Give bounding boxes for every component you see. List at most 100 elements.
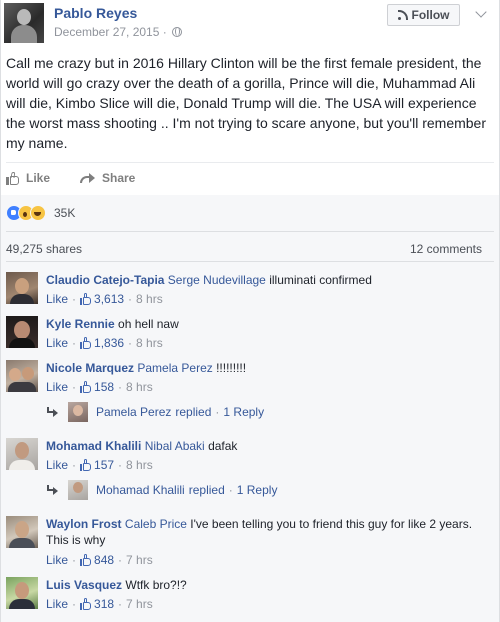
reply-arrow-icon xyxy=(46,407,58,417)
post-header: Pablo Reyes December 27, 2015 · Follow xyxy=(0,0,500,46)
commenter-name[interactable]: Nicole Marquez xyxy=(46,361,134,375)
comment-text: Luis Vasquez Wtfk bro?!? xyxy=(46,577,486,593)
reactions-count[interactable]: 35K xyxy=(54,206,75,220)
comment-content: !!!!!!!!! xyxy=(212,361,247,375)
reply-avatar xyxy=(68,402,88,422)
comment-like-link[interactable]: Like xyxy=(46,336,68,350)
commenter-name[interactable]: Kyle Rennie xyxy=(46,317,115,331)
meta-separator: · xyxy=(228,483,233,497)
divider xyxy=(6,261,494,262)
comment-like-count[interactable]: 848 xyxy=(94,553,114,567)
meta-separator: · xyxy=(118,458,123,472)
meta-separator: · xyxy=(118,380,123,394)
thumbs-up-icon xyxy=(6,171,20,185)
comment-time[interactable]: 8 hrs xyxy=(126,458,153,472)
meta-separator: · xyxy=(128,292,133,306)
comment-like-link[interactable]: Like xyxy=(46,458,68,472)
commenter-name[interactable]: Luis Vasquez xyxy=(46,578,122,592)
comment-like-link[interactable]: Like xyxy=(46,597,68,611)
comment-time[interactable]: 7 hrs xyxy=(126,553,153,567)
chevron-down-icon[interactable] xyxy=(475,6,487,18)
comment-content: illuminati confirmed xyxy=(265,273,372,287)
follow-button[interactable]: Follow xyxy=(387,4,460,26)
meta-separator: · xyxy=(72,292,77,306)
comment-like-link[interactable]: Like xyxy=(46,292,68,306)
comment-like-count[interactable]: 158 xyxy=(94,380,114,394)
tagged-name[interactable]: Nibal Abaki xyxy=(145,439,205,453)
comment-meta: Like · 1,836 · 8 hrs xyxy=(46,336,163,350)
like-button[interactable]: Like xyxy=(6,170,50,186)
reply-arrow-icon xyxy=(46,485,58,495)
divider xyxy=(6,162,494,163)
thumbs-up-icon xyxy=(80,337,92,349)
comment-like-count[interactable]: 1,836 xyxy=(94,336,124,350)
post-text: Call me crazy but in 2016 Hillary Clinto… xyxy=(6,55,487,151)
post-meta: December 27, 2015 · xyxy=(54,25,183,39)
tagged-name[interactable]: Serge Nudevillage xyxy=(168,273,266,287)
author-avatar[interactable] xyxy=(4,3,44,43)
thumbs-up-icon xyxy=(80,554,92,566)
meta-separator: · xyxy=(118,553,123,567)
commenter-avatar[interactable] xyxy=(6,438,38,470)
share-button[interactable]: Share xyxy=(80,170,135,186)
comment-like-count[interactable]: 157 xyxy=(94,458,114,472)
share-arrow-icon xyxy=(80,172,96,184)
post-date[interactable]: December 27, 2015 xyxy=(54,25,159,39)
commenter-avatar[interactable] xyxy=(6,516,38,548)
thumbs-up-icon xyxy=(80,293,92,305)
comment-meta: Like · 318 · 7 hrs xyxy=(46,597,153,611)
like-label: Like xyxy=(26,171,51,185)
reply-count[interactable]: 1 Reply xyxy=(223,405,264,419)
reply-summary[interactable]: Pamela Perez replied · 1 Reply xyxy=(46,402,264,422)
reactions-summary[interactable]: 35K xyxy=(6,205,75,221)
author-name[interactable]: Pablo Reyes xyxy=(54,5,137,21)
thumbs-up-icon xyxy=(80,381,92,393)
comment-content: oh hell naw xyxy=(114,317,179,331)
comment-time[interactable]: 8 hrs xyxy=(126,380,153,394)
meta-separator: · xyxy=(118,597,123,611)
commenter-name[interactable]: Waylon Frost xyxy=(46,517,122,531)
reply-summary[interactable]: Mohamad Khalili replied · 1 Reply xyxy=(46,480,277,500)
shares-count[interactable]: 49,275 shares xyxy=(6,242,82,256)
comment-like-link[interactable]: Like xyxy=(46,380,68,394)
commenter-name[interactable]: Mohamad Khalili xyxy=(46,439,141,453)
reply-action: replied xyxy=(175,405,212,419)
tagged-name[interactable]: Pamela Perez xyxy=(137,361,212,375)
comment-item: Nicole Marquez Pamela Perez !!!!!!!!! Li… xyxy=(6,360,494,430)
comment-time[interactable]: 7 hrs xyxy=(126,597,153,611)
meta-separator: · xyxy=(72,336,77,350)
meta-separator: · xyxy=(72,458,77,472)
comment-text: Claudio Catejo-Tapia Serge Nudevillage i… xyxy=(46,272,486,288)
reply-count[interactable]: 1 Reply xyxy=(237,483,278,497)
comment-meta: Like · 158 · 8 hrs xyxy=(46,380,153,394)
rss-icon xyxy=(397,10,408,20)
comments-count[interactable]: 12 comments xyxy=(410,242,482,256)
thumbs-up-icon xyxy=(80,459,92,471)
comment-meta: Like · 3,613 · 8 hrs xyxy=(46,292,163,306)
follow-label: Follow xyxy=(411,8,450,22)
comment-item: Claudio Catejo-Tapia Serge Nudevillage i… xyxy=(6,272,494,312)
commenter-avatar[interactable] xyxy=(6,360,38,392)
commenter-name[interactable]: Claudio Catejo-Tapia xyxy=(46,273,164,287)
comment-like-count[interactable]: 3,613 xyxy=(94,292,124,306)
comment-time[interactable]: 8 hrs xyxy=(136,336,163,350)
comment-like-link[interactable]: Like xyxy=(46,553,68,567)
comment-meta: Like · 157 · 8 hrs xyxy=(46,458,153,472)
comment-text: Mohamad Khalili Nibal Abaki dafak xyxy=(46,438,486,454)
share-label: Share xyxy=(102,171,136,185)
commenter-avatar[interactable] xyxy=(6,272,38,304)
meta-separator: · xyxy=(72,380,77,394)
commenter-avatar[interactable] xyxy=(6,577,38,609)
avatar-head-shape xyxy=(17,9,31,25)
reply-author[interactable]: Pamela Perez xyxy=(96,405,171,419)
comment-text: Waylon Frost Caleb Price I've been telli… xyxy=(46,516,486,548)
comment-like-count[interactable]: 318 xyxy=(94,597,114,611)
commenter-avatar[interactable] xyxy=(6,316,38,348)
divider xyxy=(6,231,494,232)
comment-item: Mohamad Khalili Nibal Abaki dafak Like ·… xyxy=(6,438,494,508)
reply-author[interactable]: Mohamad Khalili xyxy=(96,483,185,497)
comment-item: Kyle Rennie oh hell naw Like · 1,836 · 8… xyxy=(6,316,494,356)
comment-text: Kyle Rennie oh hell naw xyxy=(46,316,486,332)
comment-time[interactable]: 8 hrs xyxy=(136,292,163,306)
tagged-name[interactable]: Caleb Price xyxy=(125,517,187,531)
